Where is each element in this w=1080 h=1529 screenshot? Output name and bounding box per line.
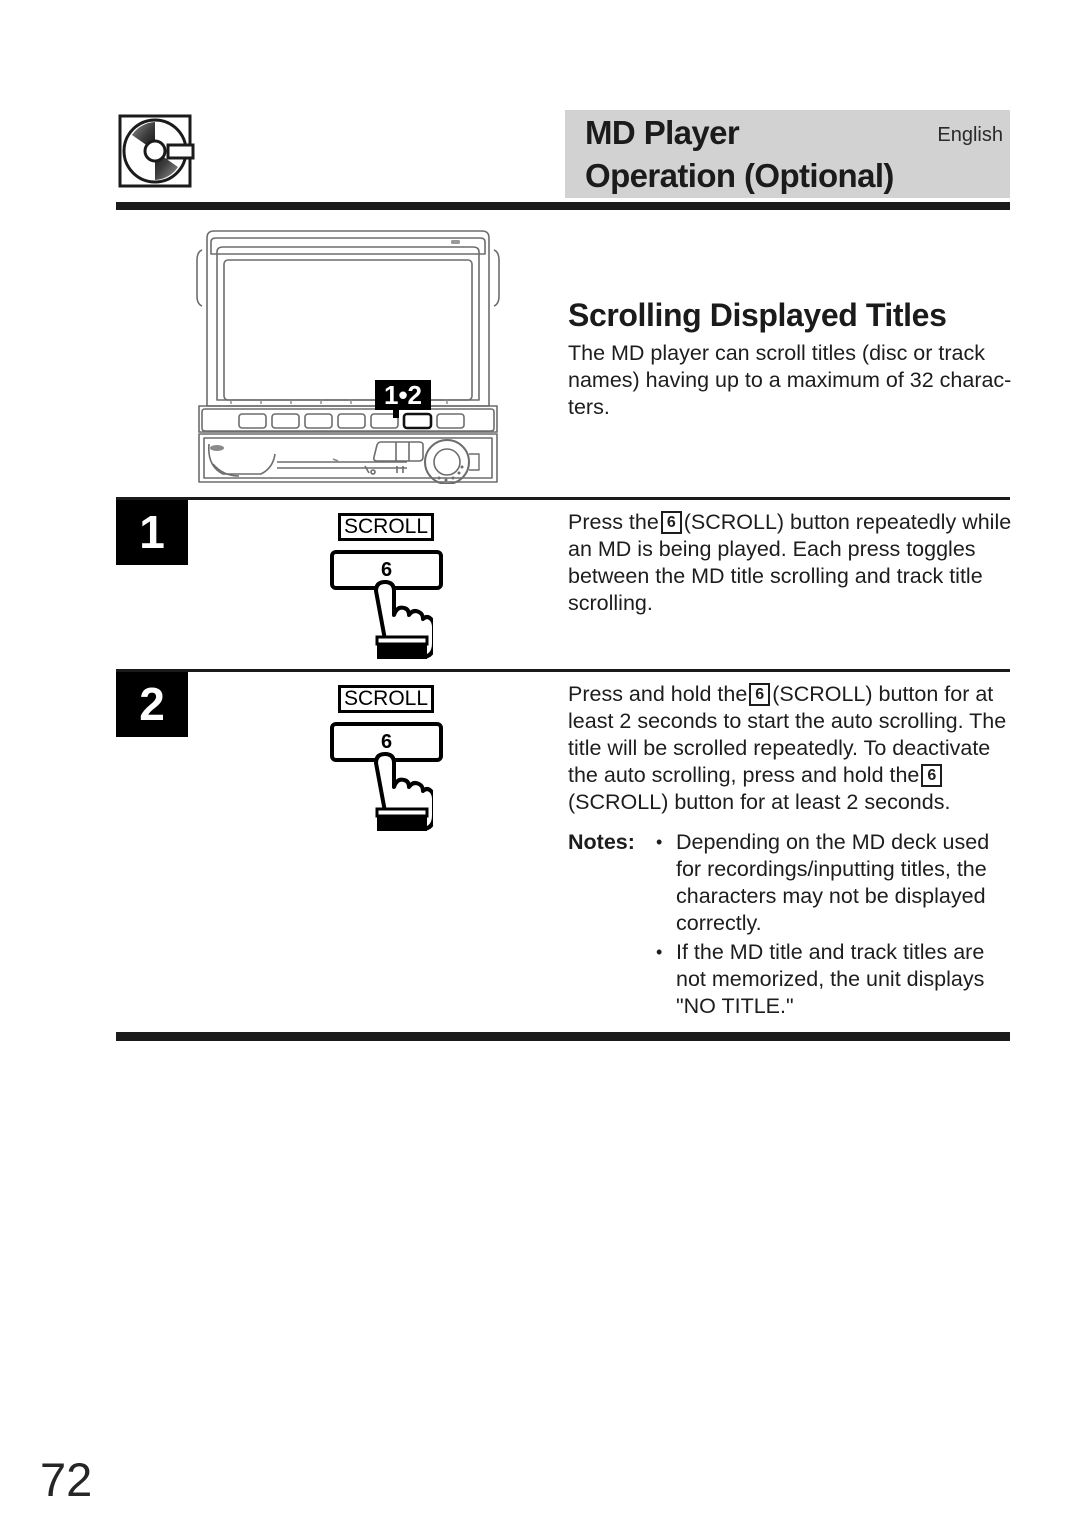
inline-key-6: 6 xyxy=(749,683,771,706)
svg-text:1•2: 1•2 xyxy=(384,380,422,410)
step-2-text-a: Press and hold the xyxy=(568,682,748,706)
step-2-text-c: (SCROLL) button for at least 2 seconds. xyxy=(568,790,951,814)
header-rule xyxy=(116,202,1010,210)
step-1-text-a: Press the xyxy=(568,510,659,534)
note-text: If the MD title and track titles are not… xyxy=(676,940,985,1018)
scroll-label-2: SCROLL xyxy=(338,685,434,713)
page-title-line-2: Operation (Optional) xyxy=(585,157,894,194)
note-bullet-icon: • xyxy=(656,942,663,962)
language-label: English xyxy=(937,124,1003,146)
section-block: Scrolling Displayed Titles The MD player… xyxy=(568,295,1018,421)
content-bottom-rule xyxy=(116,1032,1010,1041)
inline-key-6: 6 xyxy=(921,764,943,787)
scroll-button-graphic-2: SCROLL 6 xyxy=(330,685,450,832)
scroll-label-1: SCROLL xyxy=(338,513,434,541)
inline-key-6: 6 xyxy=(660,511,682,534)
scroll-button-graphic-1: SCROLL 6 xyxy=(330,513,450,660)
notes-block: Notes: • Depending on the MD deck used f… xyxy=(568,829,1018,1022)
pointing-hand-icon-1 xyxy=(358,575,436,660)
page-header: MD Player Operation (Optional) English xyxy=(0,0,1080,215)
page-number: 72 xyxy=(40,1453,93,1506)
car-audio-head-unit-illustration: 1•2 xyxy=(193,222,503,484)
note-bullet-icon: • xyxy=(656,832,663,852)
minidisc-icon xyxy=(116,113,204,191)
header-title-group: MD Player Operation (Optional) English xyxy=(585,110,1015,202)
note-text: Depending on the MD deck used for record… xyxy=(676,830,990,935)
step-number-badge-2: 2 xyxy=(116,672,188,737)
section-title: Scrolling Displayed Titles xyxy=(568,297,947,333)
notes-list: • Depending on the MD deck used for reco… xyxy=(656,829,1018,1022)
step-2-text: Press and hold the 6 (SCROLL) button for a… xyxy=(568,681,1018,816)
pointing-hand-icon-2 xyxy=(358,747,436,832)
step-1-divider xyxy=(116,497,1010,500)
callout-1-2: 1•2 xyxy=(375,380,431,418)
step-number-badge-1: 1 xyxy=(116,500,188,565)
note-item: • If the MD title and track titles are n… xyxy=(656,939,1018,1020)
note-item: • Depending on the MD deck used for reco… xyxy=(656,829,1018,937)
step-1-text: Press the 6 (SCROLL) button repeatedly whi… xyxy=(568,509,1018,617)
notes-label: Notes: xyxy=(568,830,635,854)
section-intro-text: The MD player can scroll titles (disc or… xyxy=(568,341,1012,419)
step-2-divider xyxy=(116,669,1010,672)
